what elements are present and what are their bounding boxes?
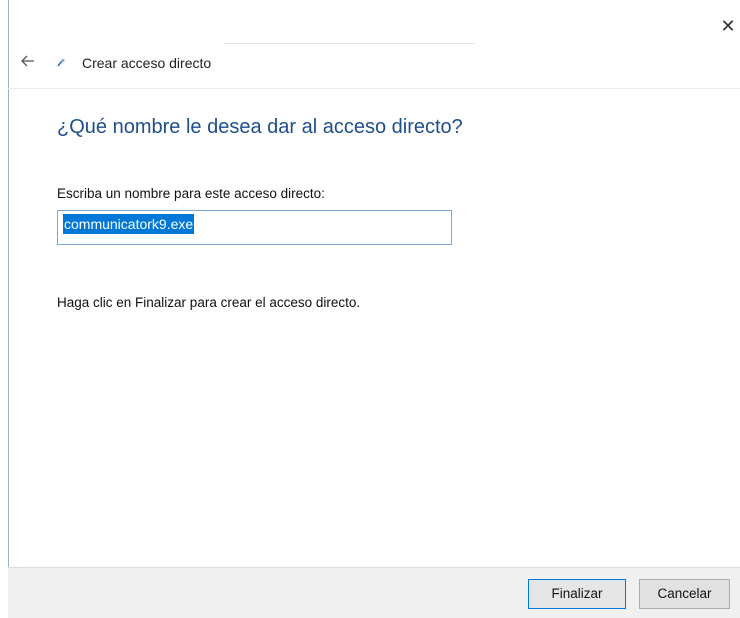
wizard-title: Crear acceso directo bbox=[82, 55, 212, 71]
cancel-button[interactable]: Cancelar bbox=[639, 579, 730, 609]
finish-button[interactable]: Finalizar bbox=[528, 579, 626, 609]
wizard-header: Crear acceso directo bbox=[8, 46, 740, 89]
name-field-label: Escriba un nombre para este acceso direc… bbox=[57, 186, 325, 201]
finish-hint: Haga clic en Finalizar para crear el acc… bbox=[57, 295, 361, 310]
shortcut-wizard-window: ✕ Crear acceso directo ¿Qué nombre le de… bbox=[0, 0, 740, 618]
back-button[interactable] bbox=[17, 50, 39, 72]
shortcut-name-value: communicatork9.exe bbox=[63, 214, 195, 234]
title-bar-divider bbox=[224, 43, 476, 44]
shortcut-name-input[interactable]: communicatork9.exe bbox=[57, 210, 452, 245]
close-icon: ✕ bbox=[720, 16, 736, 36]
shortcut-wizard-icon bbox=[57, 58, 65, 67]
window-left-border bbox=[8, 0, 9, 617]
page-heading: ¿Qué nombre le desea dar al acceso direc… bbox=[57, 116, 463, 138]
arrow-left-icon bbox=[21, 55, 34, 67]
wizard-footer: Finalizar Cancelar bbox=[8, 567, 740, 618]
close-button[interactable]: ✕ bbox=[716, 14, 740, 38]
